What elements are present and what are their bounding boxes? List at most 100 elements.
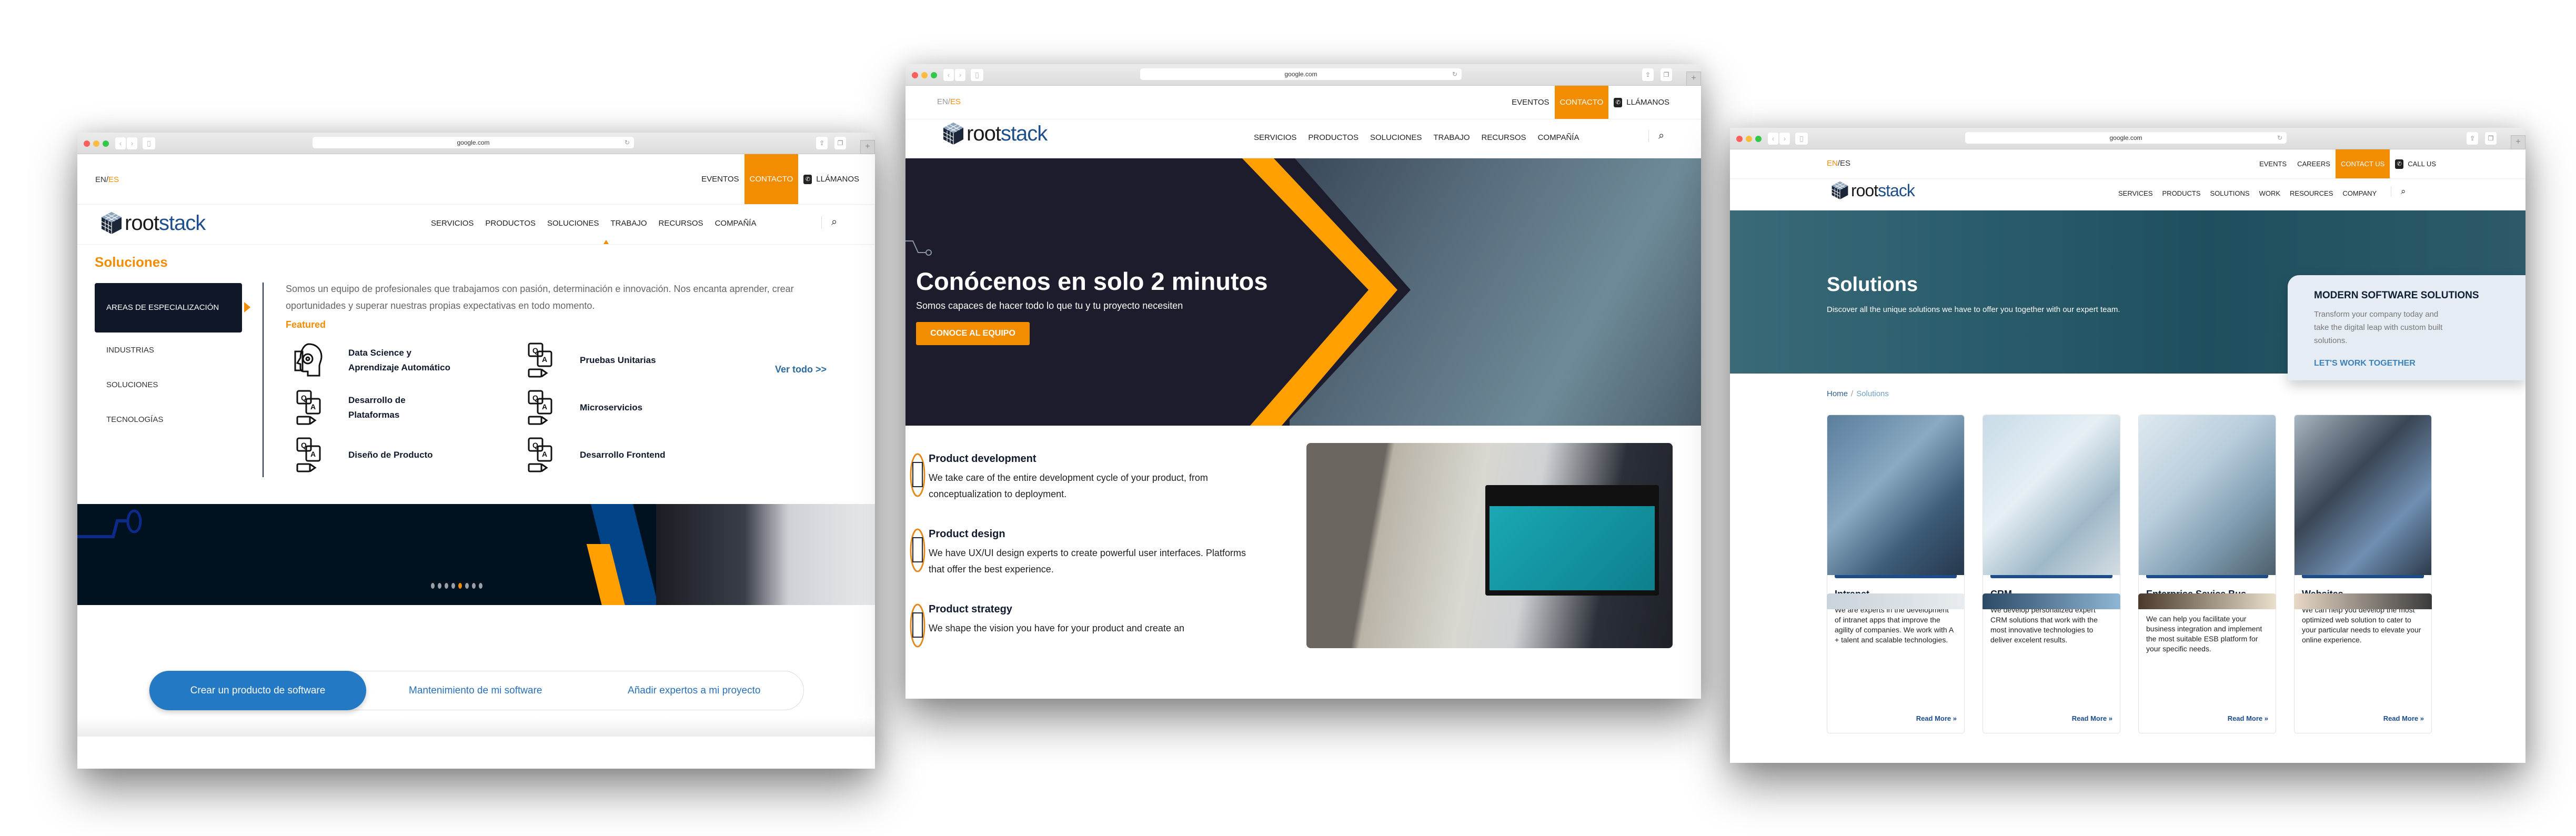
nav-servicios[interactable]: SERVICIOS <box>431 219 474 228</box>
solution-card[interactable]: CRM We develop personalized expert CRM s… <box>1983 415 2120 733</box>
nav-solutions[interactable]: SOLUTIONS <box>2210 189 2249 197</box>
maximize-window-button[interactable] <box>931 72 937 78</box>
featured-item[interactable]: QA Diseño de Producto <box>290 437 501 474</box>
address-bar[interactable]: google.com ↻ <box>313 137 634 148</box>
contact-button[interactable]: CONTACTO <box>744 154 799 204</box>
tabs-overview-icon[interactable]: ❐ <box>2485 132 2497 145</box>
nav-compania[interactable]: COMPAÑÍA <box>715 219 757 228</box>
tabs-overview-icon[interactable]: ❐ <box>1661 68 1672 81</box>
search-icon[interactable]: ⌕ <box>2391 186 2406 197</box>
read-more-link[interactable]: Read More » <box>2383 714 2424 722</box>
carousel-dot[interactable] <box>451 583 455 589</box>
language-switcher[interactable]: EN/ES <box>937 97 961 106</box>
contact-button[interactable]: CONTACTO <box>1554 86 1609 119</box>
language-switcher[interactable]: EN/ES <box>1827 159 1850 168</box>
share-icon[interactable]: ⇪ <box>1642 68 1654 81</box>
contact-button[interactable]: CONTACT US <box>2335 149 2390 178</box>
solution-card[interactable]: Intranet We are experts in the developme… <box>1827 415 1965 733</box>
nav-work[interactable]: WORK <box>2259 189 2280 197</box>
side-item-areas[interactable]: AREAS DE ESPECIALIZACIÓN <box>95 283 250 333</box>
minimize-window-button[interactable] <box>93 140 99 147</box>
minimize-window-button[interactable] <box>921 72 928 78</box>
back-button[interactable]: ‹ <box>1768 133 1778 145</box>
call-link[interactable]: ✆ LLÁMANOS <box>1608 86 1675 119</box>
side-item-industrias[interactable]: INDUSTRIAS <box>95 333 242 367</box>
carousel-dot[interactable] <box>445 583 448 589</box>
carousel-dot[interactable] <box>479 583 482 589</box>
nav-recursos[interactable]: RECURSOS <box>659 219 703 228</box>
sidebar-toggle-icon[interactable]: ▯ <box>971 69 983 81</box>
sidebar-toggle-icon[interactable]: ▯ <box>143 137 155 149</box>
address-bar[interactable]: google.com ↻ <box>1965 132 2287 144</box>
nav-soluciones[interactable]: SOLUCIONES <box>1370 133 1422 142</box>
carousel-dot[interactable] <box>472 583 476 589</box>
featured-item[interactable]: QA Desarrollo Frontend <box>522 437 732 474</box>
read-more-link[interactable]: Read More » <box>1916 714 1957 722</box>
pill-maintenance[interactable]: Mantenimiento de mi software <box>366 685 585 697</box>
nav-resources[interactable]: RESOURCES <box>2290 189 2333 197</box>
work-together-link[interactable]: LET'S WORK TOGETHER <box>2314 359 2517 368</box>
new-tab-button[interactable]: + <box>1686 72 1701 86</box>
nav-productos[interactable]: PRODUCTOS <box>1308 133 1359 142</box>
lang-en[interactable]: EN <box>95 175 106 184</box>
reload-icon[interactable]: ↻ <box>625 137 630 148</box>
rootstack-logo[interactable]: rootstack <box>100 211 206 235</box>
call-link[interactable]: ✆ CALL US <box>2390 149 2441 178</box>
close-window-button[interactable] <box>84 140 90 147</box>
meet-team-button[interactable]: CONOCE AL EQUIPO <box>916 322 1030 345</box>
nav-recursos[interactable]: RECURSOS <box>1482 133 1526 142</box>
sidebar-toggle-icon[interactable]: ▯ <box>1795 133 1808 145</box>
solution-card[interactable]: Enterprise Sevice Bus (ESB) We can help … <box>2138 415 2276 733</box>
careers-link[interactable]: CAREERS <box>2292 149 2336 178</box>
read-more-link[interactable]: Read More » <box>2072 714 2112 722</box>
featured-item[interactable]: QA Desarrollo de Plataformas <box>290 389 501 426</box>
close-window-button[interactable] <box>912 72 918 78</box>
new-tab-button[interactable]: + <box>2511 135 2525 149</box>
nav-compania[interactable]: COMPAÑÍA <box>1538 133 1579 142</box>
carousel-dot[interactable] <box>458 583 462 589</box>
forward-button[interactable]: › <box>1779 133 1790 145</box>
events-link[interactable]: EVENTOS <box>1506 86 1554 119</box>
rootstack-logo[interactable]: rootstack <box>942 122 1048 146</box>
reload-icon[interactable]: ↻ <box>1452 68 1457 80</box>
featured-item[interactable]: Data Science y Aprendizaje Automático <box>290 342 501 379</box>
lang-es[interactable]: ES <box>950 97 961 106</box>
pill-create-product[interactable]: Crear un producto de software <box>149 671 366 710</box>
side-item-tecnologias[interactable]: TECNOLOGÍAS <box>95 402 242 437</box>
nav-soluciones[interactable]: SOLUCIONES <box>547 219 599 228</box>
search-icon[interactable]: ⌕ <box>1648 130 1664 142</box>
close-window-button[interactable] <box>1736 136 1743 142</box>
search-icon[interactable]: ⌕ <box>821 216 837 228</box>
lang-es[interactable]: ES <box>108 175 119 184</box>
nav-company[interactable]: COMPANY <box>2342 189 2377 197</box>
featured-item[interactable]: QA Pruebas Unitarias <box>522 342 732 379</box>
carousel-dot[interactable] <box>431 583 435 589</box>
carousel-dot[interactable] <box>465 583 469 589</box>
side-item-soluciones[interactable]: SOLUCIONES <box>95 367 242 402</box>
reload-icon[interactable]: ↻ <box>2277 132 2282 144</box>
nav-trabajo[interactable]: TRABAJO <box>1433 133 1470 142</box>
nav-products[interactable]: PRODUCTS <box>2162 189 2201 197</box>
minimize-window-button[interactable] <box>1746 136 1752 142</box>
rootstack-logo[interactable]: rootstack <box>1831 180 1915 201</box>
new-tab-button[interactable]: + <box>860 140 875 154</box>
address-bar[interactable]: google.com ↻ <box>1140 68 1462 80</box>
lang-en[interactable]: EN <box>1827 159 1838 168</box>
events-link[interactable]: EVENTS <box>2254 149 2292 178</box>
forward-button[interactable]: › <box>955 69 965 81</box>
nav-productos[interactable]: PRODUCTOS <box>485 219 536 228</box>
featured-item[interactable]: QA Microservicios <box>522 389 732 426</box>
nav-trabajo[interactable]: TRABAJO <box>610 219 647 228</box>
breadcrumb-home[interactable]: Home <box>1827 389 1848 398</box>
tabs-overview-icon[interactable]: ❐ <box>834 137 846 149</box>
events-link[interactable]: EVENTOS <box>696 154 744 204</box>
share-icon[interactable]: ⇪ <box>816 137 828 149</box>
language-switcher[interactable]: EN/ES <box>95 175 119 184</box>
nav-servicios[interactable]: SERVICIOS <box>1254 133 1296 142</box>
back-button[interactable]: ‹ <box>943 69 954 81</box>
lang-en[interactable]: EN <box>937 97 948 106</box>
lang-es[interactable]: ES <box>1840 159 1850 168</box>
share-icon[interactable]: ⇪ <box>2467 132 2478 145</box>
back-button[interactable]: ‹ <box>115 137 126 149</box>
see-all-link[interactable]: Ver todo >> <box>775 364 827 375</box>
